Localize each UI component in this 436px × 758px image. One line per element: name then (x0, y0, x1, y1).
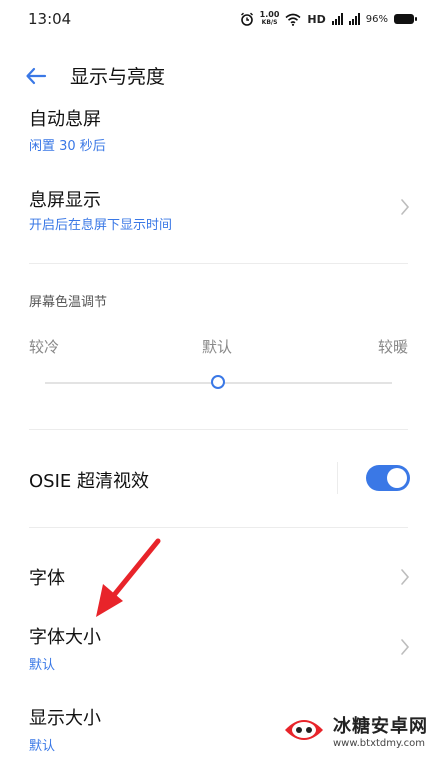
battery-percent: 96% (365, 13, 388, 25)
chevron-right-icon (401, 569, 410, 585)
back-arrow-icon[interactable] (24, 64, 48, 88)
display-size-title: 显示大小 (29, 708, 101, 729)
alarm-icon (240, 12, 253, 26)
header: 显示与亮度 (0, 56, 436, 96)
color-temp-cold-label: 较冷 (29, 338, 60, 356)
aod-description: 开启后在息屏下显示时间 (29, 218, 173, 233)
setting-always-on-display[interactable]: 息屏显示 开启后在息屏下显示时间 (0, 180, 436, 242)
setting-font-size[interactable]: 字体大小 默认 (0, 620, 436, 676)
watermark-logo-icon (285, 720, 323, 740)
aod-title: 息屏显示 (29, 190, 101, 211)
auto-screen-off-title: 自动息屏 (29, 109, 101, 130)
hd-badge: HD (307, 12, 326, 26)
network-speed-unit: KB/S (261, 19, 278, 26)
osie-toggle[interactable] (366, 465, 410, 491)
network-speed: 1.00 KB/S (260, 11, 280, 27)
color-temp-slider-thumb[interactable] (211, 375, 225, 389)
toggle-knob (387, 468, 407, 488)
page-title: 显示与亮度 (70, 66, 166, 88)
status-icons: 1.00 KB/S HD 96% (240, 9, 417, 29)
signal-icon-sim2 (348, 13, 360, 25)
network-speed-value: 1.00 (259, 10, 280, 19)
status-time: 13:04 (28, 10, 72, 28)
setting-font[interactable]: 字体 (0, 556, 436, 600)
divider (29, 527, 408, 528)
divider (29, 429, 408, 430)
toggle-separator (337, 462, 338, 494)
watermark-url: www.btxtdmy.com (333, 737, 426, 749)
font-size-title: 字体大小 (29, 627, 101, 648)
battery-icon (394, 14, 417, 24)
wifi-icon (285, 13, 301, 26)
chevron-right-icon (401, 639, 410, 655)
signal-icon-sim1 (331, 13, 343, 25)
auto-screen-off-value: 闲置 30 秒后 (29, 139, 106, 154)
status-bar: 13:04 1.00 KB/S HD 96% (0, 0, 436, 40)
font-title: 字体 (29, 568, 65, 589)
color-temp-scale: 较冷 默认 较暖 (29, 336, 408, 358)
color-temp-default-label: 默认 (202, 338, 233, 356)
watermark: 冰糖安卓网 www.btxtdmy.com (281, 708, 428, 752)
osie-title: OSIE 超清视效 (29, 471, 149, 492)
display-size-value: 默认 (29, 739, 56, 754)
chevron-right-icon (401, 199, 410, 215)
setting-auto-screen-off[interactable]: 自动息屏 闲置 30 秒后 (0, 100, 436, 158)
font-size-value: 默认 (29, 658, 56, 673)
color-temp-label: 屏幕色温调节 (29, 295, 108, 310)
divider (29, 263, 408, 264)
color-temp-warm-label: 较暖 (377, 338, 408, 356)
watermark-title: 冰糖安卓网 (333, 715, 428, 737)
